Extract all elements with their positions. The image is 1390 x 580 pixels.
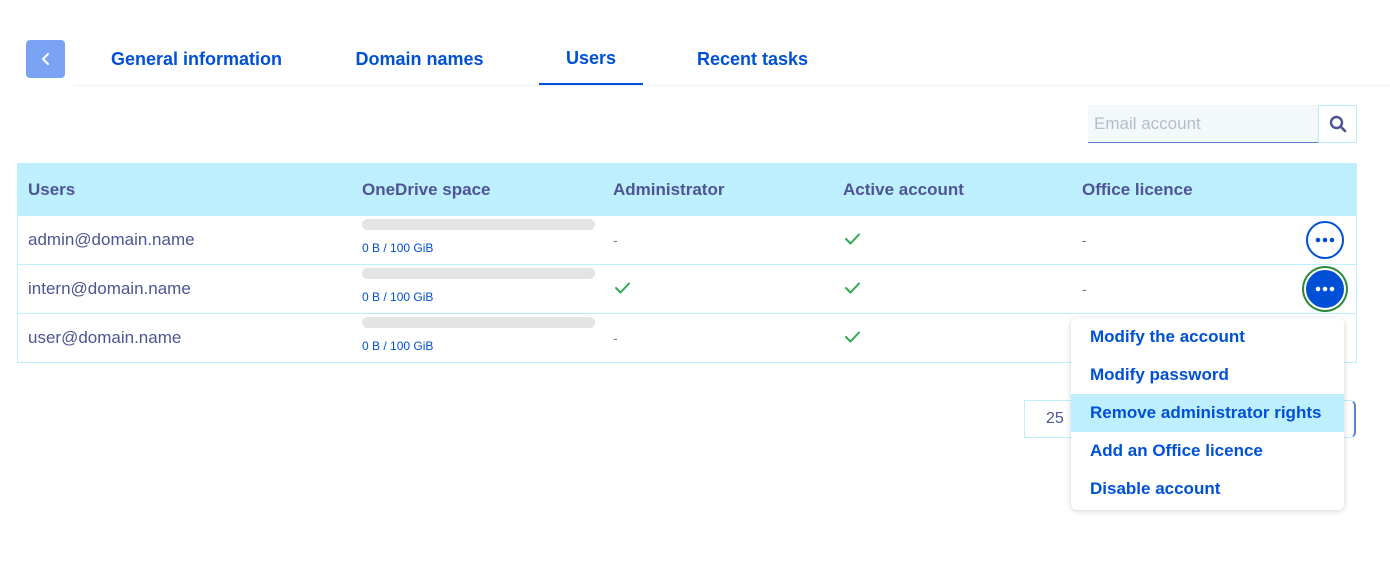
more-horizontal-icon (1315, 286, 1335, 292)
check-icon (845, 282, 860, 294)
column-header-administrator: Administrator (613, 179, 725, 199)
user-email: user@domain.name (28, 328, 182, 347)
menu-item-remove-admin-rights[interactable]: Remove administrator rights (1071, 394, 1344, 432)
row-actions-menu: Modify the account Modify password Remov… (1071, 318, 1344, 510)
onedrive-usage-bar (362, 268, 595, 279)
column-header-office-licence: Office licence (1082, 179, 1193, 199)
row-actions-button[interactable] (1306, 221, 1344, 259)
search-button[interactable] (1318, 105, 1357, 143)
table-row: intern@domain.name 0 B / 100 GiB - (18, 264, 1356, 313)
search-box (1088, 105, 1357, 143)
onedrive-usage: 0 B / 100 GiB (362, 317, 595, 353)
onedrive-usage: 0 B / 100 GiB (362, 268, 595, 304)
row-actions-button[interactable] (1306, 270, 1344, 308)
onedrive-usage-text: 0 B / 100 GiB (362, 290, 434, 304)
menu-item-disable-account[interactable]: Disable account (1071, 470, 1344, 508)
tab-domain-names[interactable]: Domain names (344, 34, 495, 85)
onedrive-usage: 0 B / 100 GiB (362, 219, 595, 255)
menu-item-modify-account[interactable]: Modify the account (1071, 318, 1344, 356)
tab-bar: General information Domain names Users R… (74, 34, 1390, 86)
administrator-value: - (613, 232, 618, 248)
office-licence-value: - (1082, 281, 1087, 297)
column-header-users: Users (28, 179, 76, 199)
onedrive-usage-text: 0 B / 100 GiB (362, 339, 434, 353)
column-header-onedrive-space: OneDrive space (362, 179, 491, 199)
user-email: intern@domain.name (28, 279, 191, 298)
column-header-active-account: Active account (843, 179, 964, 199)
user-email: admin@domain.name (28, 230, 195, 249)
administrator-value: - (613, 330, 618, 346)
onedrive-usage-text: 0 B / 100 GiB (362, 241, 434, 255)
check-icon (845, 331, 860, 343)
table-row: admin@domain.name 0 B / 100 GiB - - (18, 215, 1356, 264)
onedrive-usage-bar (362, 317, 595, 328)
tab-users[interactable]: Users (539, 34, 643, 85)
tab-general-information[interactable]: General information (94, 34, 299, 85)
more-horizontal-icon (1315, 237, 1335, 243)
tab-recent-tasks[interactable]: Recent tasks (691, 34, 814, 85)
check-icon (615, 282, 630, 294)
table-header: Users OneDrive space Administrator Activ… (18, 164, 1356, 215)
page-size-value: 25 (1046, 410, 1064, 427)
office-licence-value: - (1082, 232, 1087, 248)
menu-item-modify-password[interactable]: Modify password (1071, 356, 1344, 394)
check-icon (845, 233, 860, 245)
chevron-left-icon (41, 53, 49, 65)
back-button[interactable] (26, 40, 65, 78)
menu-item-add-office-licence[interactable]: Add an Office licence (1071, 432, 1344, 470)
search-icon (1329, 115, 1346, 133)
onedrive-usage-bar (362, 219, 595, 230)
email-search-input[interactable] (1088, 105, 1318, 143)
